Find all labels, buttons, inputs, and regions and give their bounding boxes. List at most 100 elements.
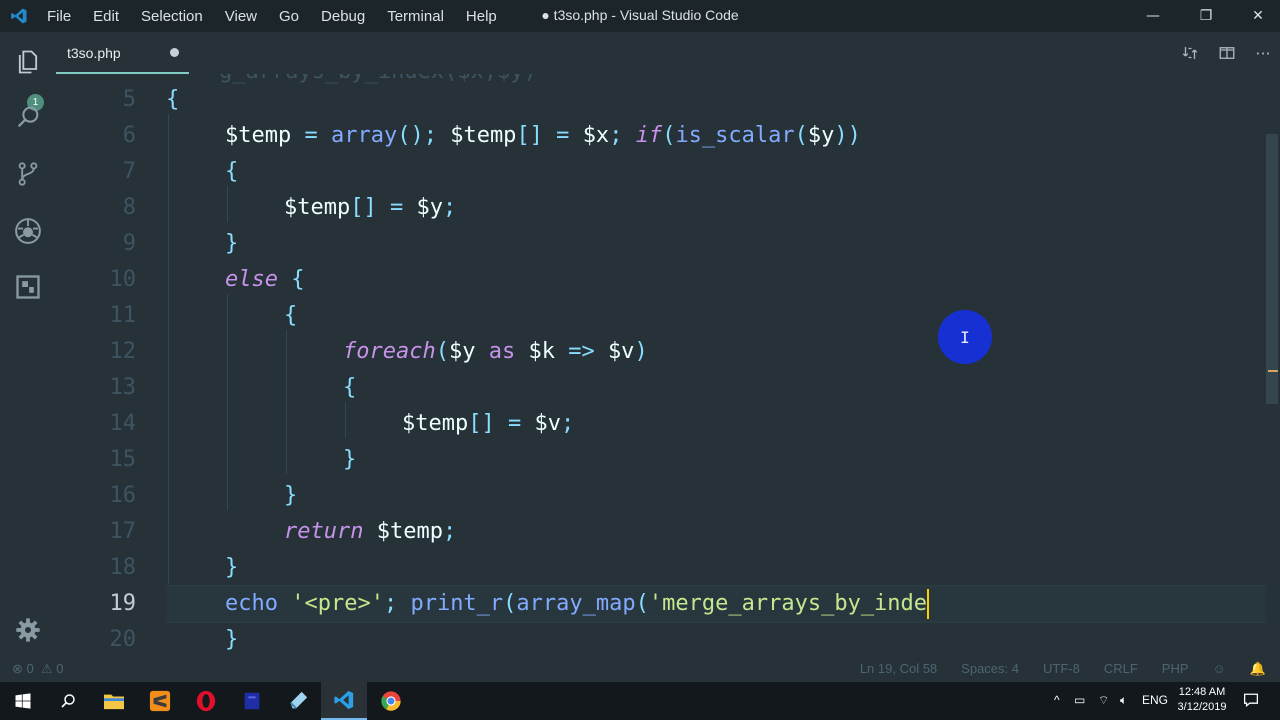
code-token: } [284, 483, 298, 508]
debug-icon[interactable] [10, 213, 46, 249]
code-text: echo '<pre>'; print_r(array_map('merge_a… [225, 586, 930, 622]
menu-edit[interactable]: Edit [93, 8, 119, 25]
action-center-icon[interactable] [1243, 693, 1259, 710]
notifications-bell-icon[interactable]: 🔔 [1250, 661, 1266, 677]
code-line[interactable]: 17 return $temp; [56, 514, 1266, 550]
scrollbar-cursor-marker [1268, 370, 1278, 372]
input-language[interactable]: ENG [1142, 693, 1168, 707]
wifi-icon[interactable]: ⌔ [1098, 693, 1109, 708]
code-token: )) [834, 123, 861, 148]
code-line[interactable]: 10 else { [56, 262, 1266, 298]
code-token: $k [528, 339, 555, 364]
tab-t3so-php[interactable]: t3so.php [56, 32, 189, 74]
code-token: ( [662, 123, 676, 148]
files-icon[interactable] [10, 44, 46, 80]
line-number: 18 [109, 555, 137, 580]
code-token: [] [350, 195, 377, 220]
code-line[interactable]: 14 $temp[] = $v; [56, 406, 1266, 442]
source-control-icon[interactable] [10, 156, 46, 192]
code-line[interactable]: 6 $temp = array(); $temp[] = $x; if(is_sc… [56, 118, 1266, 154]
notepad-icon[interactable] [275, 682, 321, 720]
code-token: { [225, 159, 239, 184]
problems-indicator[interactable]: ⊗ 0 ⚠ 0 [12, 661, 64, 677]
indentation[interactable]: Spaces: 4 [961, 661, 1019, 677]
menu-debug[interactable]: Debug [321, 8, 365, 25]
code-token: else [225, 267, 278, 292]
end-of-line[interactable]: CRLF [1104, 661, 1138, 677]
show-hidden-icons-chevron-icon[interactable]: ^ [1054, 693, 1060, 707]
menu-help[interactable]: Help [466, 8, 497, 25]
sublime-icon[interactable] [137, 682, 183, 720]
more-actions-icon[interactable]: ··· [1252, 42, 1274, 64]
code-line[interactable]: 7{ [56, 154, 1266, 190]
menu-selection[interactable]: Selection [141, 8, 203, 25]
chrome-icon[interactable] [368, 682, 414, 720]
language-mode[interactable]: PHP [1162, 661, 1189, 677]
close-button[interactable]: ✕ [1232, 0, 1280, 32]
code-line[interactable]: 19 echo '<pre>'; print_r(array_map('merge… [56, 586, 1266, 622]
menu-view[interactable]: View [225, 8, 257, 25]
code-line[interactable]: 13 { [56, 370, 1266, 406]
code-token: ( [435, 339, 449, 364]
code-line[interactable]: 15} [56, 442, 1266, 478]
code-line[interactable]: 12 foreach($y as $k => $v) [56, 334, 1266, 370]
code-token: ) [634, 339, 648, 364]
cursor-position[interactable]: Ln 19, Col 58 [860, 661, 937, 677]
windows-start-icon[interactable] [0, 682, 46, 720]
code-line[interactable]: 20} [56, 622, 1266, 656]
opera-icon[interactable] [183, 682, 229, 720]
line-number: 14 [109, 411, 137, 436]
line-number: 20 [109, 627, 137, 652]
app-icon[interactable] [229, 682, 275, 720]
code-line[interactable]: 8 $temp[] = $y; [56, 190, 1266, 226]
code-token: => [554, 339, 608, 364]
code-line[interactable]: 9} [56, 226, 1266, 262]
file-explorer-icon[interactable] [91, 682, 137, 720]
feedback-smiley-icon[interactable]: ☺ [1213, 661, 1226, 677]
code-token: ; [609, 123, 636, 148]
taskbar-clock[interactable]: 12:48 AM 3/12/2019 [1170, 685, 1234, 715]
code-token: if [635, 123, 663, 148]
code-token: = [542, 123, 583, 148]
code-token: { [277, 267, 305, 292]
code-text: return $temp; [284, 514, 456, 550]
code-token: { [343, 375, 357, 400]
line-number: 7 [122, 159, 136, 184]
encoding[interactable]: UTF-8 [1043, 661, 1080, 677]
battery-icon[interactable]: ▭ [1074, 693, 1085, 707]
split-editor-icon[interactable] [1216, 42, 1238, 64]
vscode-icon[interactable] [321, 682, 367, 720]
code-editor[interactable]: g_arrays_by_index($x,$y) 5{6$temp = arra… [56, 74, 1280, 656]
settings-gear-icon[interactable] [10, 612, 46, 648]
code-token: $temp [363, 519, 443, 544]
clock-time: 12:48 AM [1178, 686, 1226, 698]
restore-button[interactable]: ❐ [1180, 0, 1232, 32]
line-number: 10 [109, 267, 137, 292]
code-token: = [494, 411, 535, 436]
extensions-icon[interactable] [10, 269, 46, 305]
code-line[interactable]: 11 { [56, 298, 1266, 334]
line-number: 17 [109, 519, 137, 544]
code-token: } [343, 447, 357, 472]
search-icon[interactable] [45, 682, 91, 720]
menu-go[interactable]: Go [279, 8, 299, 25]
open-changes-icon[interactable] [1179, 42, 1201, 64]
menu-terminal[interactable]: Terminal [387, 8, 444, 25]
code-text: foreach($y as $k => $v) [343, 334, 648, 370]
text-caret [927, 589, 930, 619]
volume-icon[interactable]: 🔈︎ [1120, 693, 1127, 708]
unsaved-dot-icon[interactable] [170, 48, 179, 57]
code-line[interactable]: 18} [56, 550, 1266, 586]
search-icon[interactable] [10, 99, 46, 135]
minimize-button[interactable]: — [1127, 0, 1179, 32]
menu-file[interactable]: File [47, 8, 71, 25]
code-token: '<pre>' [291, 591, 384, 616]
code-line[interactable]: 5{ [56, 82, 1266, 118]
vertical-scrollbar[interactable] [1266, 134, 1278, 404]
code-line[interactable]: 16} [56, 478, 1266, 514]
code-token: array_map [516, 591, 636, 616]
code-text: } [225, 226, 238, 262]
code-text: $temp[] = $v; [402, 406, 574, 442]
line-number: 8 [122, 195, 136, 220]
code-token: $temp [402, 411, 469, 436]
